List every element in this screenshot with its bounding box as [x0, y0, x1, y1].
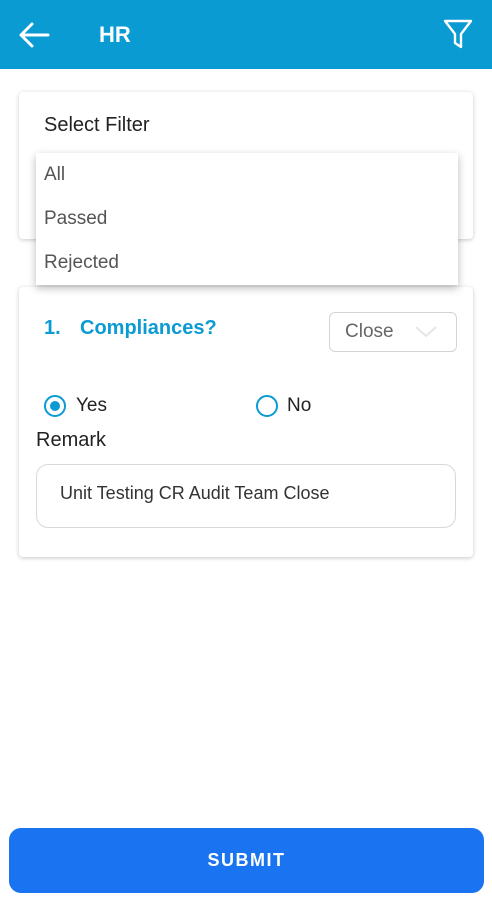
radio-yes-label[interactable]: Yes: [76, 395, 107, 417]
app-bar: HR: [0, 0, 492, 69]
remark-input[interactable]: Unit Testing CR Audit Team Close: [36, 464, 456, 528]
radio-no[interactable]: [256, 395, 278, 417]
question-card: 1. Compliances? Close Yes No Remark Unit…: [19, 287, 473, 557]
submit-button[interactable]: SUBMIT: [9, 828, 484, 893]
radio-yes[interactable]: [44, 395, 66, 417]
remark-value: Unit Testing CR Audit Team Close: [60, 483, 330, 503]
filter-button[interactable]: [440, 16, 476, 52]
filter-title: Select Filter: [44, 114, 150, 136]
filter-dropdown-menu: All Passed Rejected: [36, 153, 458, 285]
arrow-left-icon: [19, 22, 50, 48]
filter-option-all[interactable]: All: [36, 153, 458, 197]
question-text: Compliances?: [80, 317, 217, 339]
status-value: Close: [345, 321, 394, 342]
remark-label: Remark: [36, 429, 107, 451]
filter-option-passed[interactable]: Passed: [36, 197, 458, 241]
filter-option-rejected[interactable]: Rejected: [36, 241, 458, 285]
status-select[interactable]: Close: [329, 312, 457, 352]
back-button[interactable]: [14, 16, 54, 54]
filter-funnel-icon: [443, 19, 473, 49]
chevron-down-icon: [415, 326, 437, 338]
radio-no-label[interactable]: No: [287, 395, 311, 417]
page-title: HR: [99, 22, 131, 47]
question-number: 1.: [44, 317, 61, 339]
